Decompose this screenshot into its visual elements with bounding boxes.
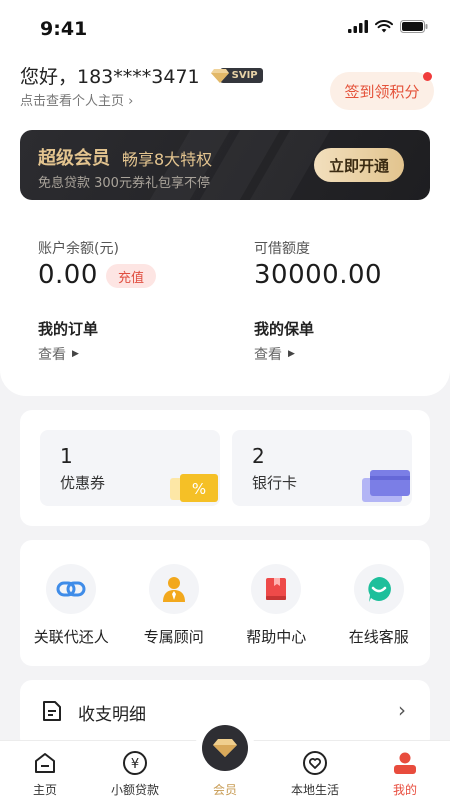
status-bar: 9:41 bbox=[0, 0, 450, 56]
orders-title[interactable]: 我的订单 bbox=[38, 318, 98, 339]
signal-icon bbox=[348, 20, 368, 33]
link-icon bbox=[46, 564, 97, 614]
bottom-nav: 主页 ¥ 小额贷款 会员 本地生活 我的 bbox=[0, 719, 450, 800]
status-time: 9:41 bbox=[40, 18, 88, 40]
nav-label: 本地生活 bbox=[290, 783, 339, 797]
notification-dot bbox=[423, 72, 432, 81]
nav-label: 主页 bbox=[32, 783, 57, 797]
advisor-icon bbox=[148, 564, 199, 614]
services-grid: 关联代还人 专属顾问 帮助中心 在线客服 bbox=[20, 564, 430, 647]
policies-view-label: 查看 bbox=[254, 347, 282, 363]
vip-description: 免息贷款 300元券礼包享不停 bbox=[38, 176, 210, 191]
nav-label: 小额贷款 bbox=[110, 783, 159, 797]
signin-button-label: 签到领积分 bbox=[344, 82, 420, 101]
recharge-button[interactable]: 充值 bbox=[106, 264, 156, 288]
service-label: 在线客服 bbox=[348, 628, 409, 646]
home-icon bbox=[33, 749, 57, 777]
bank-cards-label: 银行卡 bbox=[252, 474, 298, 492]
vip-subtitle: 畅享8大特权 bbox=[122, 150, 213, 169]
heart-pin-icon bbox=[302, 749, 328, 777]
wifi-icon bbox=[375, 20, 393, 33]
service-advisor[interactable]: 专属顾问 bbox=[123, 564, 226, 647]
vip-title: 超级会员 bbox=[38, 148, 110, 169]
account-card: 您好，183****3471 SVIP 点击查看个人主页 › 签到领积分 超级会… bbox=[0, 56, 450, 396]
nav-label: 我的 bbox=[392, 783, 417, 797]
coupons-card[interactable]: 1 优惠券 % bbox=[40, 430, 220, 506]
policies-view-link[interactable]: 查看 ▶ bbox=[254, 344, 295, 364]
greeting-text: 您好，183****3471 bbox=[20, 66, 200, 88]
services-card: 关联代还人 专属顾问 帮助中心 在线客服 bbox=[20, 540, 430, 666]
svg-text:¥: ¥ bbox=[131, 757, 139, 772]
svip-badge[interactable]: SVIP bbox=[210, 68, 263, 84]
transactions-label: 收支明细 bbox=[78, 705, 146, 725]
balance-value: 0.00 bbox=[38, 260, 98, 290]
triangle-right-icon: ▶ bbox=[288, 349, 295, 359]
status-icons bbox=[348, 20, 428, 33]
nav-home[interactable]: 主页 bbox=[0, 741, 90, 800]
coupons-count: 1 bbox=[60, 444, 73, 468]
battery-icon bbox=[400, 20, 428, 33]
orders-view-link[interactable]: 查看 ▶ bbox=[38, 344, 79, 364]
bank-cards-count: 2 bbox=[252, 444, 265, 468]
coupon-icon: % bbox=[170, 474, 218, 502]
nav-local-life[interactable]: 本地生活 bbox=[270, 741, 360, 800]
book-icon bbox=[251, 564, 302, 614]
bank-card-icon bbox=[362, 470, 410, 502]
vip-open-button[interactable]: 立即开通 bbox=[314, 148, 404, 182]
service-link-repayer[interactable]: 关联代还人 bbox=[20, 564, 123, 647]
service-label: 专属顾问 bbox=[143, 628, 204, 646]
triangle-right-icon: ▶ bbox=[72, 349, 79, 359]
user-icon bbox=[393, 749, 417, 777]
orders-view-label: 查看 bbox=[38, 347, 66, 363]
service-help-center[interactable]: 帮助中心 bbox=[225, 564, 328, 647]
diamond-icon bbox=[210, 68, 229, 83]
greeting: 您好，183****3471 SVIP bbox=[20, 62, 263, 89]
signin-button[interactable]: 签到领积分 bbox=[330, 72, 434, 110]
coupons-label: 优惠券 bbox=[60, 474, 106, 492]
profile-link[interactable]: 点击查看个人主页 › bbox=[20, 90, 133, 109]
service-label: 关联代还人 bbox=[33, 628, 109, 646]
credit-value: 30000.00 bbox=[254, 260, 383, 290]
chevron-right-icon: › bbox=[398, 698, 406, 722]
svg-text:%: % bbox=[192, 480, 206, 498]
balance-label: 账户余额(元) bbox=[38, 241, 119, 257]
nav-mine[interactable]: 我的 bbox=[360, 741, 450, 800]
credit-label: 可借额度 bbox=[254, 241, 310, 257]
document-icon bbox=[43, 701, 61, 721]
bank-cards-card[interactable]: 2 银行卡 bbox=[232, 430, 412, 506]
chat-icon bbox=[353, 564, 404, 614]
service-label: 帮助中心 bbox=[246, 628, 307, 646]
yen-icon: ¥ bbox=[122, 749, 148, 777]
vip-banner[interactable]: 超级会员 畅享8大特权 免息贷款 300元券礼包享不停 立即开通 bbox=[20, 130, 430, 200]
nav-label: 会员 bbox=[212, 783, 237, 797]
assets-card: 1 优惠券 % 2 银行卡 bbox=[20, 410, 430, 526]
nav-membership[interactable]: 会员 bbox=[180, 719, 270, 800]
nav-small-loan[interactable]: ¥ 小额贷款 bbox=[90, 741, 180, 800]
diamond-icon bbox=[202, 725, 248, 771]
policies-title[interactable]: 我的保单 bbox=[254, 318, 314, 339]
service-online-support[interactable]: 在线客服 bbox=[328, 564, 431, 647]
